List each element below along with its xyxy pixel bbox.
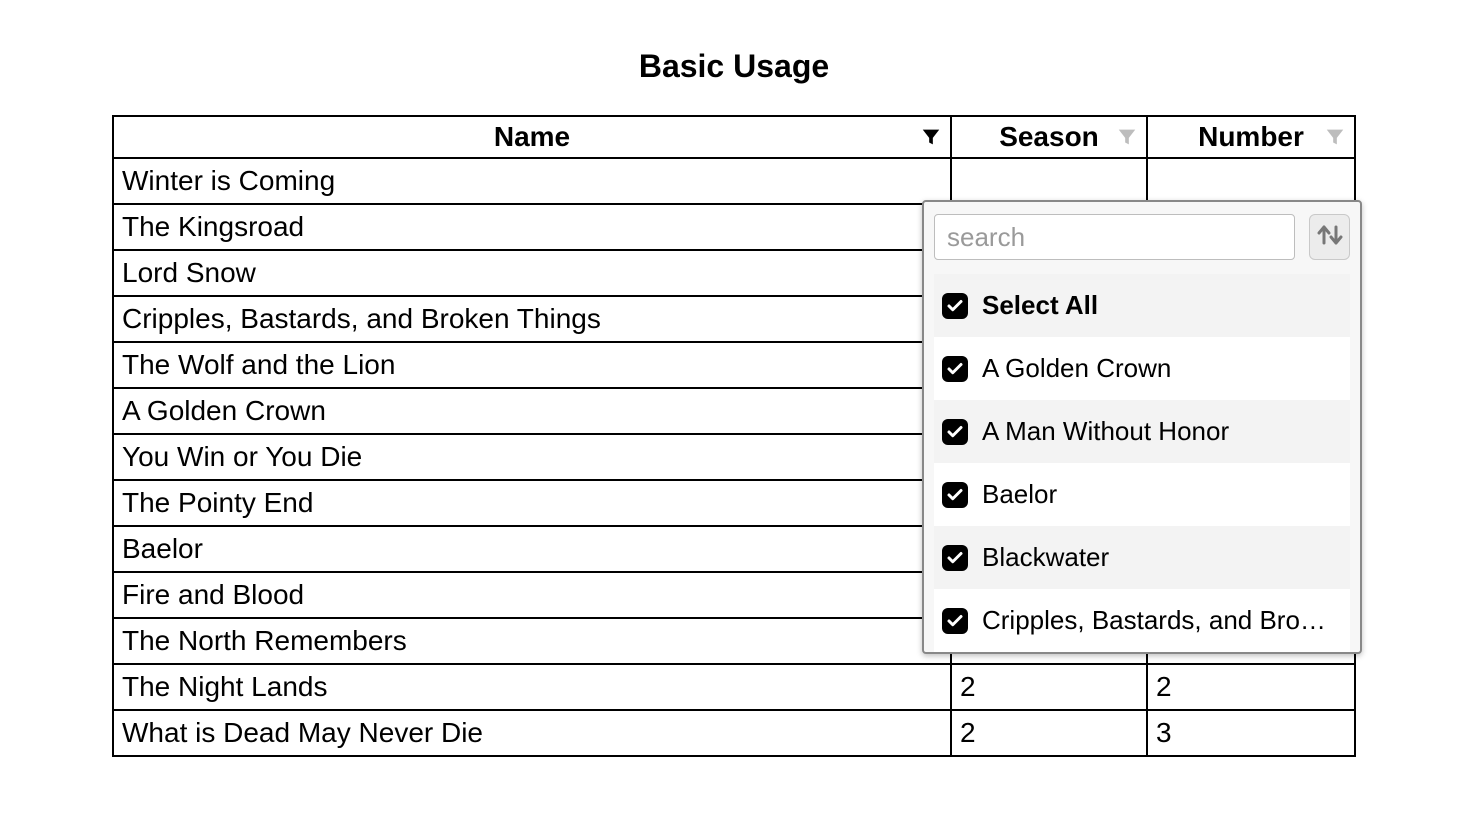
- table-row: The Night Lands22: [113, 664, 1355, 710]
- checkbox-checked-icon: [942, 356, 968, 382]
- table-cell-name: A Golden Crown: [113, 388, 951, 434]
- table-cell-season: 2: [951, 664, 1147, 710]
- filter-icon[interactable]: [1324, 126, 1346, 148]
- filter-icon[interactable]: [920, 126, 942, 148]
- table-header-row: Name Season Number: [113, 116, 1355, 158]
- table-cell-number: 2: [1147, 664, 1355, 710]
- table-cell-name: Baelor: [113, 526, 951, 572]
- checkbox-checked-icon: [942, 545, 968, 571]
- table-cell-season: [951, 158, 1147, 204]
- sort-toggle-button[interactable]: [1309, 214, 1350, 260]
- filter-option[interactable]: A Man Without Honor: [934, 400, 1350, 463]
- column-header-name[interactable]: Name: [113, 116, 951, 158]
- table-row: Winter is Coming: [113, 158, 1355, 204]
- filter-option[interactable]: A Golden Crown: [934, 337, 1350, 400]
- table-cell-name: Cripples, Bastards, and Broken Things: [113, 296, 951, 342]
- table-cell-season: 2: [951, 710, 1147, 756]
- filter-select-all[interactable]: Select All: [934, 274, 1350, 337]
- column-header-label: Number: [1156, 121, 1346, 153]
- column-header-season[interactable]: Season: [951, 116, 1147, 158]
- checkbox-checked-icon: [942, 293, 968, 319]
- table-cell-name: The Night Lands: [113, 664, 951, 710]
- checkbox-checked-icon: [942, 482, 968, 508]
- table-cell-number: [1147, 158, 1355, 204]
- table-cell-name: Winter is Coming: [113, 158, 951, 204]
- filter-option[interactable]: Cripples, Bastards, and Bro…: [934, 589, 1350, 652]
- filter-option-label: Baelor: [982, 479, 1057, 510]
- column-header-label: Name: [122, 121, 942, 153]
- filter-option-label: Blackwater: [982, 542, 1109, 573]
- filter-select-all-label: Select All: [982, 290, 1098, 321]
- column-header-label: Season: [960, 121, 1138, 153]
- filter-popup: Select All A Golden Crown A Man Without H…: [922, 200, 1362, 654]
- checkbox-checked-icon: [942, 608, 968, 634]
- filter-option[interactable]: Blackwater: [934, 526, 1350, 589]
- filter-icon[interactable]: [1116, 126, 1138, 148]
- table-cell-name: The Wolf and the Lion: [113, 342, 951, 388]
- table-cell-name: What is Dead May Never Die: [113, 710, 951, 756]
- table-cell-name: The Pointy End: [113, 480, 951, 526]
- table-row: What is Dead May Never Die23: [113, 710, 1355, 756]
- column-header-number[interactable]: Number: [1147, 116, 1355, 158]
- filter-search-input[interactable]: [934, 214, 1295, 260]
- table-cell-name: You Win or You Die: [113, 434, 951, 480]
- filter-option[interactable]: Baelor: [934, 463, 1350, 526]
- page-title: Basic Usage: [0, 48, 1468, 85]
- filter-option-label: Cripples, Bastards, and Bro…: [982, 605, 1326, 636]
- table-cell-number: 3: [1147, 710, 1355, 756]
- table-cell-name: The Kingsroad: [113, 204, 951, 250]
- filter-option-label: A Golden Crown: [982, 353, 1171, 384]
- table-cell-name: Fire and Blood: [113, 572, 951, 618]
- filter-option-label: A Man Without Honor: [982, 416, 1229, 447]
- table-cell-name: The North Remembers: [113, 618, 951, 664]
- sort-icon: [1314, 221, 1346, 254]
- table-cell-name: Lord Snow: [113, 250, 951, 296]
- checkbox-checked-icon: [942, 419, 968, 445]
